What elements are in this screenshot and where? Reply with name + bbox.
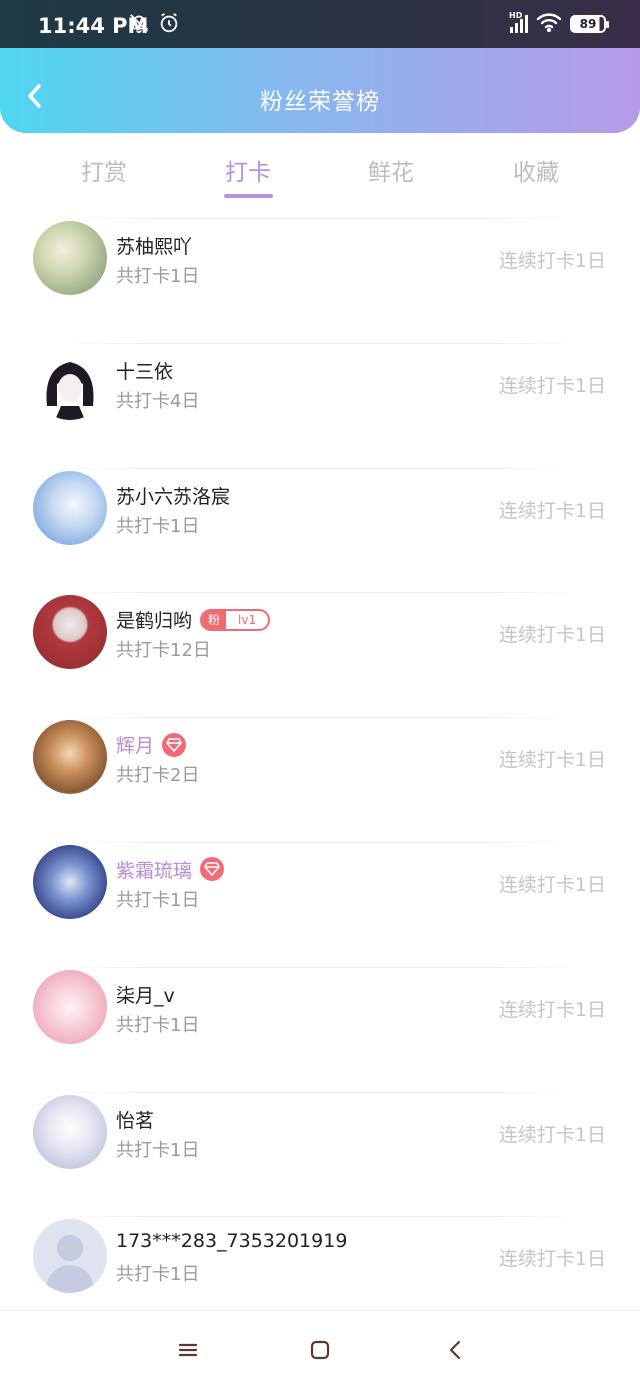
streak-days: 连续打卡1日 xyxy=(498,374,606,397)
streak-days: 连续打卡1日 xyxy=(498,624,606,647)
total-checkin-days: 共打卡1日 xyxy=(116,889,200,911)
system-back-button[interactable] xyxy=(440,1337,470,1363)
streak-days: 连续打卡1日 xyxy=(498,250,606,272)
avatar[interactable] xyxy=(33,221,107,295)
avatar[interactable] xyxy=(33,720,107,795)
list-item[interactable]: 辉月 共打卡2日 连续打卡1日 xyxy=(0,717,640,842)
signal-icon: HD xyxy=(509,11,528,33)
fan-name: 苏小六苏洛宸 xyxy=(116,485,231,508)
total-checkin-days: 共打卡1日 xyxy=(116,1264,200,1286)
tab-favorites[interactable]: 收藏 xyxy=(476,153,596,187)
list-item[interactable]: 是鹤归哟 粉 lv1 共打卡12日 连续打卡1日 xyxy=(0,592,640,717)
fan-name: 苏柚熙吖 xyxy=(116,236,193,258)
streak-days: 连续打卡1日 xyxy=(498,1248,606,1271)
tab-active-indicator xyxy=(224,194,273,198)
fan-name: 是鹤归哟 粉 lv1 xyxy=(116,606,271,633)
fan-name: 十三依 xyxy=(116,360,174,383)
streak-days: 连续打卡1日 xyxy=(498,998,606,1021)
menu-icon xyxy=(178,1343,198,1357)
list-item[interactable]: 苏小六苏洛宸 共打卡1日 连续打卡1日 xyxy=(0,467,640,593)
back-triangle-icon xyxy=(449,1340,461,1360)
list-item[interactable]: 紫霜琉璃 共打卡1日 连续打卡1日 xyxy=(0,841,640,967)
menu-button[interactable] xyxy=(173,1337,203,1363)
avatar[interactable] xyxy=(33,470,107,545)
wifi-icon xyxy=(536,12,562,36)
avatar[interactable] xyxy=(33,595,107,670)
page-title: 粉丝荣誉榜 xyxy=(260,89,380,115)
list-item[interactable]: 怡茗 共打卡1日 连续打卡1日 xyxy=(0,1091,640,1217)
tab-reward[interactable]: 打赏 xyxy=(44,153,164,187)
home-square-icon xyxy=(310,1340,330,1360)
total-checkin-days: 共打卡1日 xyxy=(116,266,200,287)
network-label: HD xyxy=(509,11,523,20)
battery-icon: 89 xyxy=(570,15,609,33)
list-item[interactable]: 十三依 共打卡4日 连续打卡1日 xyxy=(0,342,640,468)
total-checkin-days: 共打卡4日 xyxy=(116,390,200,412)
total-checkin-days: 共打卡12日 xyxy=(116,640,211,662)
avatar[interactable] xyxy=(33,969,107,1044)
bell-off-icon xyxy=(128,12,150,38)
streak-days: 连续打卡1日 xyxy=(498,749,606,772)
header-bar: 11:44 PM HD 89 粉丝荣誉榜 xyxy=(0,0,640,133)
tab-checkin[interactable]: 打卡 xyxy=(188,153,308,187)
list-item[interactable]: 苏柚熙吖 共打卡1日 连续打卡1日 xyxy=(0,218,640,343)
streak-days: 连续打卡1日 xyxy=(498,873,606,896)
fan-name: 辉月 xyxy=(116,731,187,758)
avatar[interactable] xyxy=(33,345,107,420)
avatar[interactable] xyxy=(33,1094,107,1169)
alarm-icon xyxy=(158,12,180,38)
avatar[interactable] xyxy=(33,1219,107,1294)
vip-diamond-icon xyxy=(162,732,187,757)
home-button[interactable] xyxy=(305,1337,335,1363)
total-checkin-days: 共打卡1日 xyxy=(116,1014,200,1036)
system-nav-bar xyxy=(0,1310,640,1387)
total-checkin-days: 共打卡1日 xyxy=(116,515,200,537)
fan-name: 柒月_v xyxy=(116,984,175,1007)
vip-diamond-icon xyxy=(200,857,225,882)
battery-level: 89 xyxy=(579,17,597,31)
total-checkin-days: 共打卡2日 xyxy=(116,765,200,787)
fan-level-badge: 粉 lv1 xyxy=(200,608,271,631)
fan-name: 怡茗 xyxy=(116,1109,155,1132)
list-item[interactable]: 柒月_v 共打卡1日 连续打卡1日 xyxy=(0,966,640,1092)
fan-list: 苏柚熙吖 共打卡1日 连续打卡1日 十三依 共打卡4日 连续打卡1日 苏小六苏洛… xyxy=(0,218,640,1341)
status-right: HD 89 xyxy=(509,11,609,36)
fan-name: 173***283_7353201919 xyxy=(116,1230,348,1253)
fan-name: 紫霜琉璃 xyxy=(116,856,225,883)
streak-days: 连续打卡1日 xyxy=(498,499,606,522)
total-checkin-days: 共打卡1日 xyxy=(116,1139,200,1161)
default-user-icon xyxy=(45,1235,95,1294)
tab-flowers[interactable]: 鲜花 xyxy=(331,153,451,187)
tab-bar: 打赏 打卡 鲜花 收藏 xyxy=(0,133,640,213)
avatar[interactable] xyxy=(33,844,107,919)
streak-days: 连续打卡1日 xyxy=(498,1123,606,1146)
status-bar: 11:44 PM HD 89 xyxy=(0,0,640,48)
